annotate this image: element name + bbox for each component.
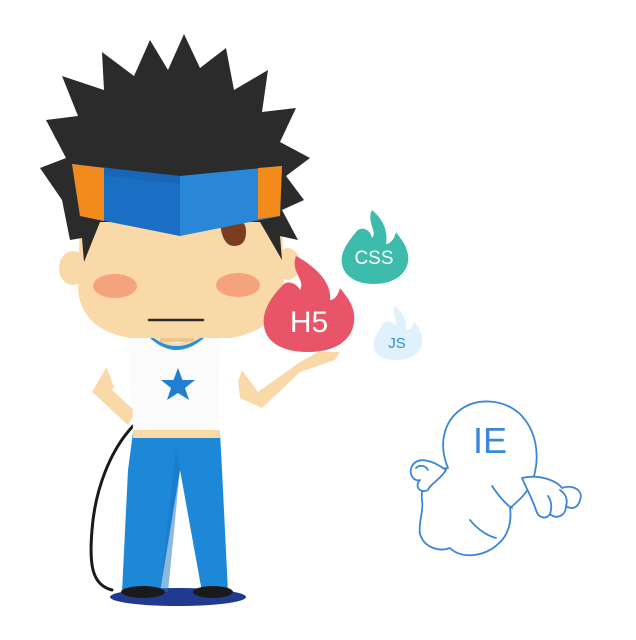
js-flame-label: JS <box>388 335 406 352</box>
css-flame: CSS <box>341 210 409 284</box>
right-arm <box>236 352 340 408</box>
cartoon-scene: CSS H5 JS IE <box>40 34 582 606</box>
js-flame: JS <box>373 306 423 360</box>
right-cheek <box>216 273 260 297</box>
h5-flame-label: H5 <box>290 306 328 339</box>
css-flame-label: CSS <box>354 248 393 269</box>
left-shoe <box>121 586 165 598</box>
right-shoe <box>193 586 233 598</box>
left-cheek <box>93 274 137 298</box>
ie-ghost-label: IE <box>473 420 507 461</box>
